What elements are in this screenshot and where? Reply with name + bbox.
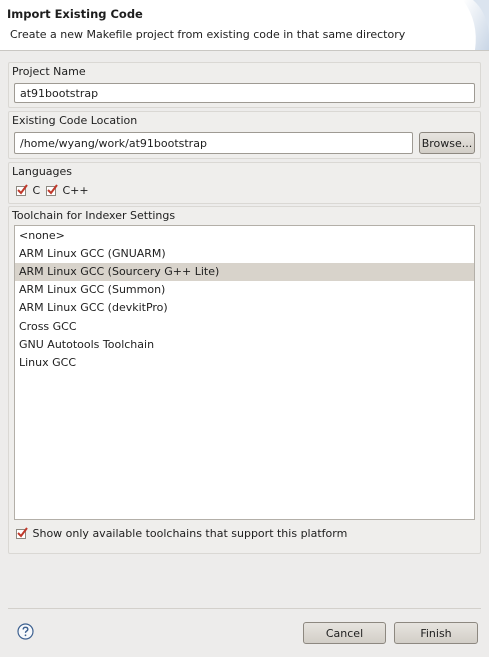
checkbox-cpp[interactable]: C++ xyxy=(46,184,89,198)
list-item[interactable]: ARM Linux GCC (devkitPro) xyxy=(15,299,474,317)
languages-group: Languages C C++ xyxy=(8,162,481,204)
wizard-banner: Import Existing Code Create a new Makefi… xyxy=(0,0,489,51)
project-name-group: Project Name xyxy=(8,62,481,108)
cancel-button[interactable]: Cancel xyxy=(303,622,386,644)
checkbox-cpp-label: C++ xyxy=(62,184,89,197)
toolchain-group: Toolchain for Indexer Settings <none> AR… xyxy=(8,206,481,554)
checkbox-c-label: C xyxy=(32,184,41,197)
list-item[interactable]: GNU Autotools Toolchain xyxy=(15,336,474,354)
show-only-available-checkbox[interactable]: Show only available toolchains that supp… xyxy=(16,527,347,541)
code-location-label: Existing Code Location xyxy=(12,114,138,127)
check-icon[interactable] xyxy=(16,527,28,539)
list-item[interactable]: ARM Linux GCC (Summon) xyxy=(15,281,474,299)
project-name-input[interactable] xyxy=(14,83,475,103)
footer-divider xyxy=(8,608,481,609)
check-icon[interactable] xyxy=(46,184,58,196)
wizard-description: Create a new Makefile project from exist… xyxy=(10,28,406,41)
checkbox-c[interactable]: C xyxy=(16,184,40,198)
check-icon[interactable] xyxy=(16,184,28,196)
browse-button[interactable]: Browse... xyxy=(419,132,475,154)
list-item-selected[interactable]: ARM Linux GCC (Sourcery G++ Lite) xyxy=(15,263,474,281)
list-item[interactable]: Cross GCC xyxy=(15,318,474,336)
project-name-label: Project Name xyxy=(12,65,86,78)
wizard-title: Import Existing Code xyxy=(7,7,143,21)
code-location-group: Existing Code Location Browse... xyxy=(8,111,481,159)
banner-decoration-icon xyxy=(463,0,489,50)
finish-button[interactable]: Finish xyxy=(394,622,478,644)
languages-label: Languages xyxy=(12,165,73,178)
toolchain-list[interactable]: <none> ARM Linux GCC (GNUARM) ARM Linux … xyxy=(14,225,475,520)
help-icon[interactable] xyxy=(17,623,34,640)
toolchain-label: Toolchain for Indexer Settings xyxy=(12,209,176,222)
list-item[interactable]: ARM Linux GCC (GNUARM) xyxy=(15,245,474,263)
code-location-input[interactable] xyxy=(14,132,413,154)
list-item[interactable]: Linux GCC xyxy=(15,354,474,372)
list-item[interactable]: <none> xyxy=(15,227,474,245)
show-only-available-label: Show only available toolchains that supp… xyxy=(32,527,348,540)
